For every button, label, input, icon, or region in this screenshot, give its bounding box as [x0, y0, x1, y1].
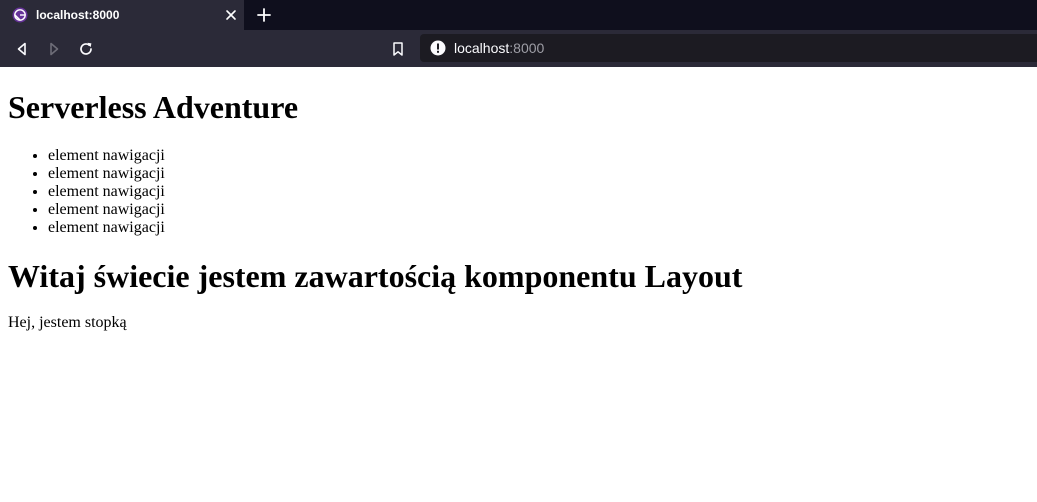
- browser-toolbar: localhost:8000: [0, 30, 1037, 67]
- back-arrow-icon[interactable]: [14, 41, 30, 57]
- url-bar[interactable]: localhost:8000: [420, 34, 1037, 62]
- plus-icon[interactable]: [256, 7, 272, 23]
- close-icon[interactable]: [224, 8, 238, 22]
- url-port: :8000: [509, 40, 545, 56]
- nav-item: element nawigacji: [48, 183, 1029, 201]
- nav-item: element nawigacji: [48, 165, 1029, 183]
- browser-tab[interactable]: localhost:8000: [0, 0, 244, 30]
- nav-item: element nawigacji: [48, 147, 1029, 165]
- forward-arrow-icon[interactable]: [46, 41, 62, 57]
- url-text[interactable]: localhost:8000: [454, 40, 544, 56]
- footer-text: Hej, jestem stopką: [8, 314, 127, 331]
- nav-item: element nawigacji: [48, 201, 1029, 219]
- bookmark-icon[interactable]: [390, 41, 406, 57]
- reload-icon[interactable]: [78, 41, 94, 57]
- site-title: Serverless Adventure: [8, 89, 299, 125]
- nav-item: element nawigacji: [48, 219, 1029, 237]
- info-icon[interactable]: [430, 40, 446, 56]
- tab-strip: localhost:8000: [0, 0, 1037, 30]
- navigation-list: element nawigacji element nawigacji elem…: [8, 147, 1029, 237]
- main-heading: Witaj świecie jestem zawartością kompone…: [8, 258, 743, 294]
- page-content: Serverless Adventure element nawigacji e…: [0, 67, 1037, 332]
- url-host: localhost: [454, 40, 510, 56]
- gatsby-icon: [12, 7, 28, 23]
- tab-title: localhost:8000: [36, 8, 120, 22]
